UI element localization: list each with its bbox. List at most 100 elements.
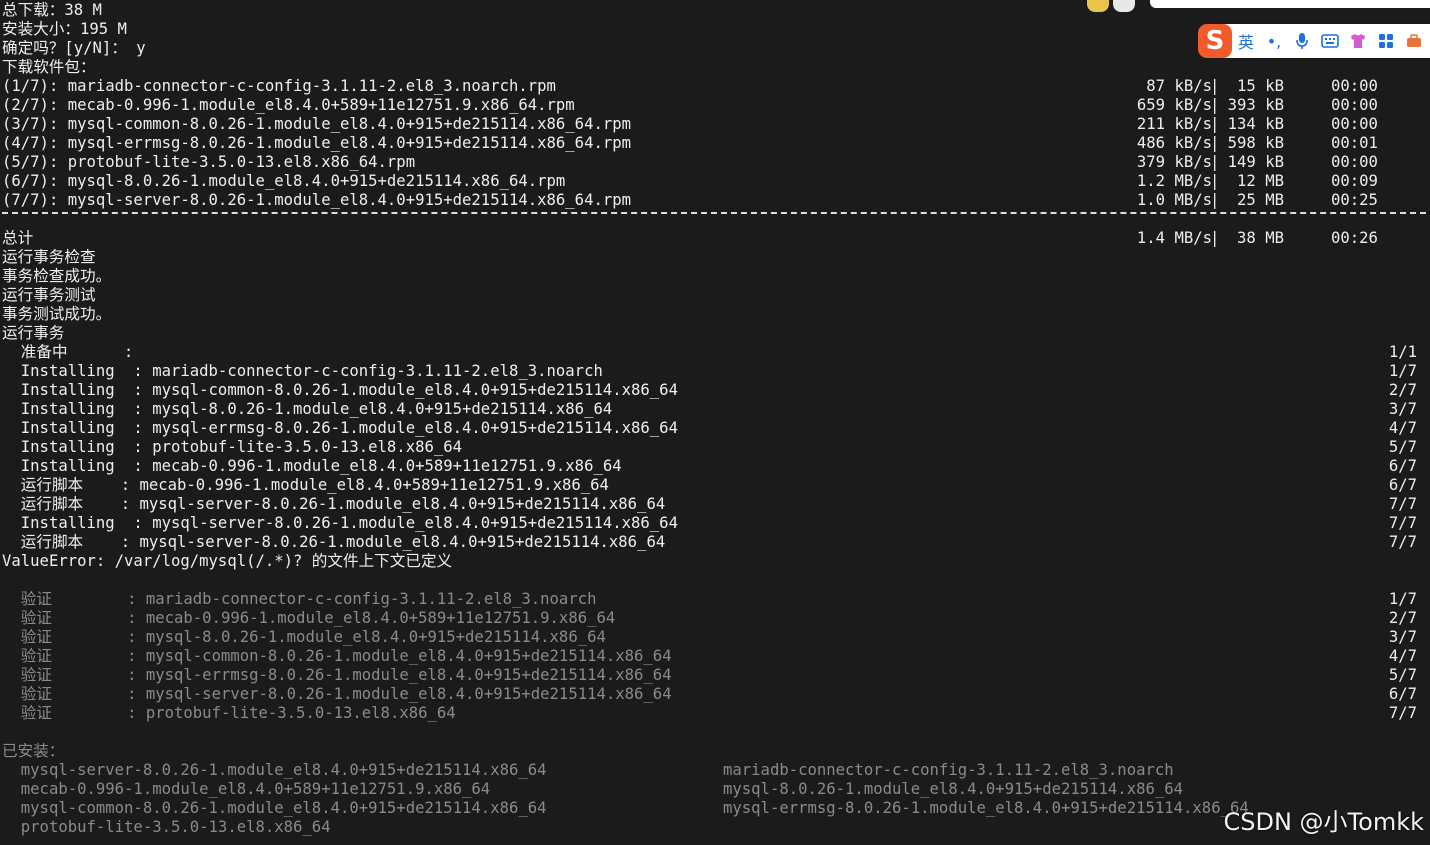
installed-package: mysql-errmsg-8.0.26-1.module_el8.4.0+915… (723, 799, 1249, 817)
download-size: 134 kB (1227, 115, 1284, 133)
download-speed: 87 kB/s (1146, 77, 1212, 95)
install-step-text: Installing : mysql-8.0.26-1.module_el8.4… (2, 400, 613, 418)
download-speed: 1.2 MB/s (1136, 172, 1212, 190)
transaction-line: 运行事务 (2, 324, 65, 342)
download-size: 15 kB (1237, 77, 1284, 95)
install-step-progress: 6/7 (1388, 457, 1417, 475)
keyboard-icon[interactable] (1316, 24, 1344, 58)
download-speed: 486 kB/s (1136, 134, 1212, 152)
installed-package: mysql-server-8.0.26-1.module_el8.4.0+915… (2, 761, 547, 779)
install-step-progress: 7/7 (1388, 495, 1417, 513)
install-step-text: Installing : mecab-0.996-1.module_el8.4.… (2, 457, 622, 475)
install-step-text: Installing : mysql-server-8.0.26-1.modul… (2, 514, 678, 532)
sponge-icon (1087, 0, 1109, 12)
verify-step-progress: 6/7 (1388, 685, 1417, 703)
ime-top-strip (1150, 0, 1430, 8)
total-time: 00:26 (1331, 229, 1378, 247)
transaction-line: 事务检查成功。 (2, 267, 112, 285)
download-speed: 1.0 MB/s (1136, 191, 1212, 209)
install-step-progress: 7/7 (1388, 514, 1417, 532)
download-size: 598 kB (1227, 134, 1284, 152)
sogou-logo-icon[interactable]: S (1198, 24, 1232, 58)
verify-step-text: 验证 : mecab-0.996-1.module_el8.4.0+589+11… (2, 609, 616, 627)
download-name: (6/7): mysql-8.0.26-1.module_el8.4.0+915… (2, 172, 566, 190)
download-name: (4/7): mysql-errmsg-8.0.26-1.module_el8.… (2, 134, 632, 152)
toolbox-icon[interactable] (1400, 24, 1428, 58)
total-label: 总计 (2, 229, 34, 247)
install-step-progress: 2/7 (1388, 381, 1417, 399)
install-step-progress: 6/7 (1388, 476, 1417, 494)
cat-icon (1113, 0, 1135, 12)
download-total-line: 总下载：38 M (2, 1, 102, 19)
download-speed: 379 kB/s (1136, 153, 1212, 171)
ime-lang-toggle[interactable]: 英 (1232, 24, 1260, 58)
verify-step-text: 验证 : mysql-server-8.0.26-1.module_el8.4.… (2, 685, 672, 703)
total-separator: | (1210, 229, 1220, 247)
download-time: 00:00 (1331, 115, 1378, 133)
download-name: (7/7): mysql-server-8.0.26-1.module_el8.… (2, 191, 632, 209)
transaction-line: 事务测试成功。 (2, 305, 112, 323)
install-step-text: Installing : mysql-common-8.0.26-1.modul… (2, 381, 678, 399)
download-speed: 211 kB/s (1136, 115, 1212, 133)
install-size-line: 安装大小：195 M (2, 20, 127, 38)
download-separator: | (1210, 134, 1220, 152)
installed-package: protobuf-lite-3.5.0-13.el8.x86_64 (2, 818, 331, 836)
ime-punct-toggle[interactable]: •, (1260, 24, 1288, 58)
installed-package: mysql-8.0.26-1.module_el8.4.0+915+de2151… (723, 780, 1184, 798)
install-step-progress: 5/7 (1388, 438, 1417, 456)
install-step-progress: 1/1 (1388, 343, 1417, 361)
install-step-progress: 1/7 (1388, 362, 1417, 380)
download-separator: | (1210, 77, 1220, 95)
installed-label: 已安装： (2, 742, 65, 760)
download-separator: | (1210, 191, 1220, 209)
install-step-text: Installing : protobuf-lite-3.5.0-13.el8.… (2, 438, 463, 456)
download-speed: 659 kB/s (1136, 96, 1212, 114)
install-step-text: Installing : mysql-errmsg-8.0.26-1.modul… (2, 419, 678, 437)
download-name: (3/7): mysql-common-8.0.26-1.module_el8.… (2, 115, 632, 133)
verify-step-text: 验证 : mariadb-connector-c-config-3.1.11-2… (2, 590, 597, 608)
total-size: 38 MB (1237, 229, 1284, 247)
download-time: 00:01 (1331, 134, 1378, 152)
install-step-text: 运行脚本 : mecab-0.996-1.module_el8.4.0+589+… (2, 476, 609, 494)
transaction-line: 运行事务检查 (2, 248, 96, 266)
download-separator: | (1210, 96, 1220, 114)
install-step-text: 运行脚本 : mysql-server-8.0.26-1.module_el8.… (2, 533, 666, 551)
verify-step-progress: 1/7 (1388, 590, 1417, 608)
skin-icon[interactable] (1344, 24, 1372, 58)
ime-decoration (1087, 0, 1147, 14)
downloading-label: 下载软件包： (2, 58, 96, 76)
verify-step-text: 验证 : mysql-errmsg-8.0.26-1.module_el8.4.… (2, 666, 672, 684)
install-step-progress: 4/7 (1388, 419, 1417, 437)
verify-step-progress: 5/7 (1388, 666, 1417, 684)
download-time: 00:00 (1331, 77, 1378, 95)
verify-step-progress: 4/7 (1388, 647, 1417, 665)
download-time: 00:09 (1331, 172, 1378, 190)
download-name: (5/7): protobuf-lite-3.5.0-13.el8.x86_64… (2, 153, 416, 171)
installed-package: mecab-0.996-1.module_el8.4.0+589+11e1275… (2, 780, 491, 798)
verify-step-text: 验证 : protobuf-lite-3.5.0-13.el8.x86_64 (2, 704, 456, 722)
install-step-text: Installing : mariadb-connector-c-config-… (2, 362, 603, 380)
installed-package: mariadb-connector-c-config-3.1.11-2.el8_… (723, 761, 1174, 779)
mic-icon[interactable] (1288, 24, 1316, 58)
total-speed: 1.4 MB/s (1136, 229, 1212, 247)
install-step-text: 运行脚本 : mysql-server-8.0.26-1.module_el8.… (2, 495, 666, 513)
install-step-progress: 3/7 (1388, 400, 1417, 418)
verify-step-text: 验证 : mysql-common-8.0.26-1.module_el8.4.… (2, 647, 672, 665)
download-time: 00:00 (1331, 96, 1378, 114)
download-separator: | (1210, 153, 1220, 171)
verify-step-progress: 7/7 (1388, 704, 1417, 722)
download-time: 00:25 (1331, 191, 1378, 209)
apps-icon[interactable] (1372, 24, 1400, 58)
download-name: (1/7): mariadb-connector-c-config-3.1.11… (2, 77, 556, 95)
download-separator: | (1210, 172, 1220, 190)
download-separator: | (1210, 115, 1220, 133)
installed-package: mysql-common-8.0.26-1.module_el8.4.0+915… (2, 799, 547, 817)
verify-step-progress: 3/7 (1388, 628, 1417, 646)
csdn-watermark: CSDN @小Tomkk (1223, 808, 1425, 836)
install-step-progress: 7/7 (1388, 533, 1417, 551)
confirm-prompt-line: 确定吗？[y/N]： y (2, 39, 146, 57)
terminal-window[interactable]: 总下载：38 M 安装大小：195 M 确定吗？[y/N]： y 下载软件包： … (0, 0, 1430, 845)
download-size: 12 MB (1237, 172, 1284, 190)
ime-toolbar[interactable]: S 英 •, (1198, 24, 1430, 58)
dashed-divider (2, 212, 1426, 214)
